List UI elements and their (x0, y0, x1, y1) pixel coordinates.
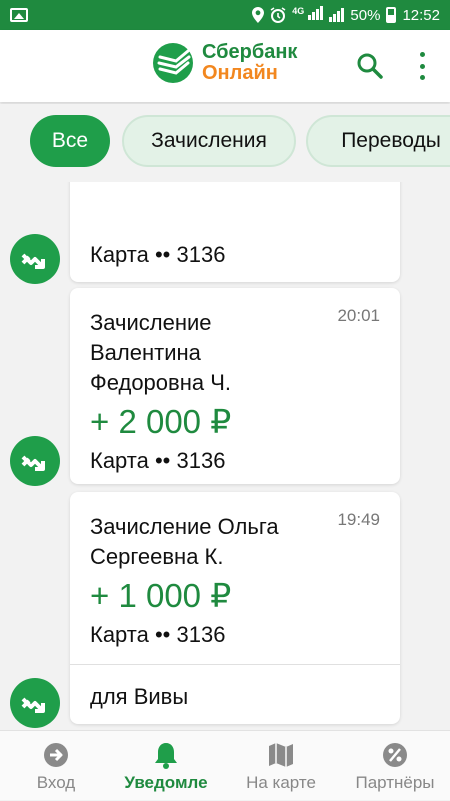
signal-icon: 4G (292, 6, 324, 24)
app-header: Сбербанк Онлайн (0, 30, 450, 102)
nav-item-login[interactable]: Вход (14, 731, 98, 801)
card-amount: + 1 000 ₽ (90, 577, 232, 614)
search-icon[interactable] (356, 52, 384, 80)
location-icon (252, 7, 265, 23)
card-title: Зачисление Ольга Сергеевна К. (90, 514, 279, 569)
nav-label: Партнёры (355, 773, 435, 792)
nav-item-notifications[interactable]: Уведомле (118, 731, 214, 801)
incoming-transfer-icon (10, 678, 60, 728)
filter-chips: Все Зачисления Переводы (0, 104, 450, 182)
nav-item-map[interactable]: На карте (238, 731, 324, 801)
card-note: для Вивы (90, 684, 189, 709)
notification-card[interactable]: Карта •• 3136 (70, 182, 400, 282)
image-icon (10, 8, 28, 22)
notification-card[interactable]: Зачисление Валентина Федоровна Ч. 20:01 … (70, 288, 400, 484)
notification-card[interactable]: Зачисление Ольга Сергеевна К. 19:49 + 1 … (70, 492, 400, 724)
login-icon (44, 743, 68, 767)
sberbank-logo-icon (153, 43, 193, 83)
incoming-transfer-icon (10, 234, 60, 284)
card-amount: + 2 000 ₽ (90, 403, 232, 440)
network-type: 4G (292, 6, 305, 16)
bell-icon (155, 743, 177, 769)
filter-chip-credits[interactable]: Зачисления (122, 115, 296, 167)
card-account: Карта •• 3136 (90, 242, 226, 267)
filter-chip-transfers[interactable]: Переводы (306, 115, 450, 167)
incoming-transfer-icon (10, 436, 60, 486)
status-bar: 4G 50% 12:52 (0, 0, 450, 30)
nav-label: На карте (246, 773, 316, 792)
logo-line1: Сбербанк (202, 41, 298, 63)
more-vert-icon[interactable] (414, 50, 430, 82)
nav-label: Вход (36, 773, 76, 792)
logo-line2: Онлайн (202, 62, 278, 84)
card-title: Зачисление Валентина Федоровна Ч. (90, 310, 231, 395)
nav-label: Уведомле (124, 773, 208, 792)
battery-percent: 50% (350, 6, 381, 24)
bottom-navigation: Вход Уведомле На карте Партнёры (0, 730, 450, 800)
filter-chip-all[interactable]: Все (30, 115, 110, 167)
card-time: 19:49 (337, 510, 380, 529)
card-divider (70, 664, 400, 665)
map-icon (269, 743, 293, 767)
card-time: 20:01 (337, 306, 380, 325)
battery-icon (386, 7, 397, 23)
clock: 12:52 (402, 6, 440, 24)
nav-item-partners[interactable]: Партнёры (348, 731, 442, 801)
signal-icon (329, 8, 345, 22)
sberbank-logo: Сбербанк Онлайн (152, 42, 297, 84)
alarm-icon (270, 7, 286, 23)
card-account: Карта •• 3136 (90, 622, 226, 647)
percent-icon (383, 743, 407, 767)
notifications-feed: Вчера, 23 сент Карта •• 3136 Зачисление … (0, 182, 450, 730)
card-account: Карта •• 3136 (90, 448, 226, 473)
